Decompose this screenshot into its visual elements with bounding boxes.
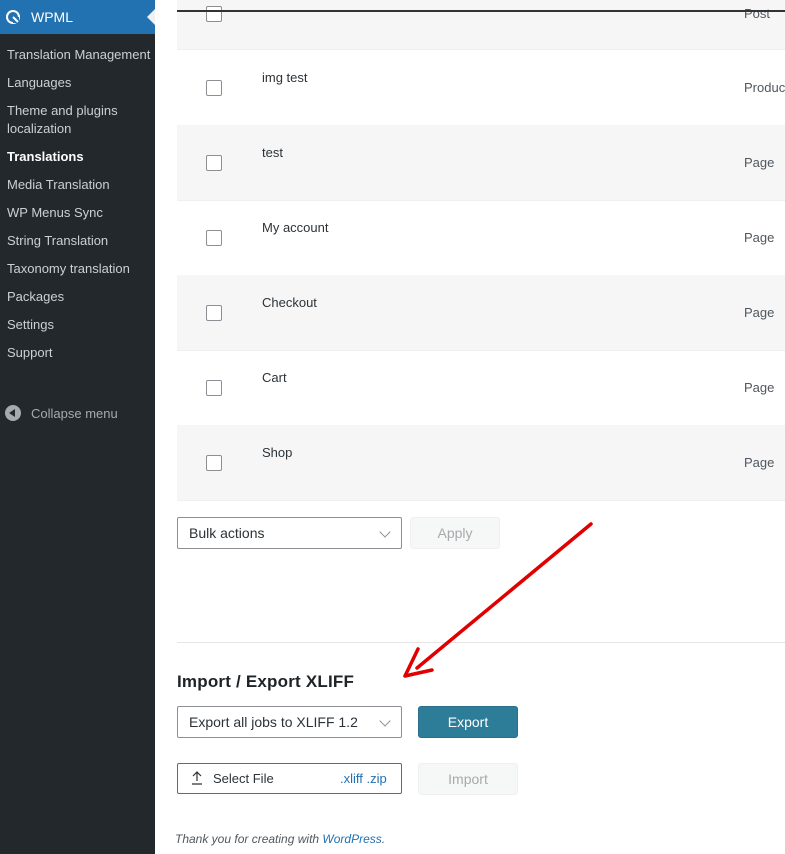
sidebar-item-taxonomy-translation[interactable]: Taxonomy translation (0, 260, 155, 278)
xliff-section-title: Import / Export XLIFF (177, 672, 355, 691)
row-type: Product (744, 80, 785, 95)
sidebar-item-settings[interactable]: Settings (0, 316, 155, 334)
sidebar-item-support[interactable]: Support (0, 344, 155, 362)
sidebar-item-string-translation[interactable]: String Translation (0, 232, 155, 250)
sidebar-item-translation-management[interactable]: Translation Management (0, 46, 155, 64)
row-title[interactable]: Cart (262, 370, 287, 385)
row-title[interactable]: img test (262, 70, 308, 85)
sidebar-item-translations[interactable]: Translations (0, 148, 155, 166)
table-row: img test Product (177, 50, 785, 126)
table-row: Shop Page (177, 425, 785, 501)
footer-end: . (381, 832, 386, 846)
row-type: Page (744, 230, 775, 245)
table-row: Checkout Page (177, 275, 785, 351)
collapse-arrow-icon (5, 405, 21, 421)
export-button[interactable]: Export (418, 706, 518, 738)
wordpress-link[interactable]: WordPress (322, 832, 381, 846)
sidebar-item-theme-plugins-localization[interactable]: Theme and plugins localization (0, 102, 155, 138)
row-checkbox[interactable] (206, 155, 222, 171)
row-type: Post (744, 6, 771, 21)
wpml-menu-header[interactable]: WPML (0, 0, 155, 34)
admin-footer: Thank you for creating with WordPress. (175, 832, 385, 846)
row-title[interactable]: Shop (262, 445, 292, 460)
row-title[interactable]: Checkout (262, 295, 317, 310)
table-row: Post (177, 0, 785, 50)
row-checkbox[interactable] (206, 455, 222, 471)
row-title[interactable]: test (262, 145, 283, 160)
chevron-down-icon (379, 715, 391, 727)
admin-sidebar: WPML Translation Management Languages Th… (0, 0, 155, 854)
export-format-select[interactable]: Export all jobs to XLIFF 1.2 (177, 706, 402, 738)
sidebar-item-packages[interactable]: Packages (0, 288, 155, 306)
select-file-input[interactable]: Select File .xliff .zip (177, 763, 402, 794)
row-checkbox[interactable] (206, 380, 222, 396)
row-checkbox[interactable] (206, 305, 222, 321)
row-type: Page (744, 305, 775, 320)
row-type: Page (744, 380, 775, 395)
section-divider (177, 642, 785, 643)
collapse-menu-button[interactable]: Collapse menu (0, 404, 155, 424)
row-type: Page (744, 455, 775, 470)
upload-icon (192, 771, 202, 785)
table-row: Cart Page (177, 350, 785, 426)
wpml-logo-icon (6, 10, 20, 24)
table-header-border (177, 10, 785, 12)
main-content: Post img test Product test Page My accou… (155, 0, 785, 854)
chevron-down-icon (379, 526, 391, 538)
sidebar-item-languages[interactable]: Languages (0, 74, 155, 92)
wpml-submenu: Translation Management Languages Theme a… (0, 46, 155, 362)
sidebar-item-wp-menus-sync[interactable]: WP Menus Sync (0, 204, 155, 222)
import-button[interactable]: Import (418, 763, 518, 795)
row-checkbox[interactable] (206, 6, 222, 22)
table-row: My account Page (177, 200, 785, 276)
file-extensions: .xliff .zip (340, 771, 387, 786)
apply-button[interactable]: Apply (410, 517, 500, 549)
export-format-value: Export all jobs to XLIFF 1.2 (189, 714, 358, 730)
bulk-actions-value: Bulk actions (189, 525, 265, 541)
bulk-actions-select[interactable]: Bulk actions (177, 517, 402, 549)
table-row: test Page (177, 125, 785, 201)
current-menu-notch (147, 9, 155, 25)
row-checkbox[interactable] (206, 230, 222, 246)
sidebar-item-media-translation[interactable]: Media Translation (0, 176, 155, 194)
row-checkbox[interactable] (206, 80, 222, 96)
footer-text: Thank you for creating with (175, 832, 323, 846)
row-type: Page (744, 155, 775, 170)
row-title[interactable]: My account (262, 220, 328, 235)
collapse-menu-label: Collapse menu (31, 406, 118, 421)
wpml-menu-title: WPML (31, 9, 73, 25)
select-file-label: Select File (213, 771, 274, 786)
